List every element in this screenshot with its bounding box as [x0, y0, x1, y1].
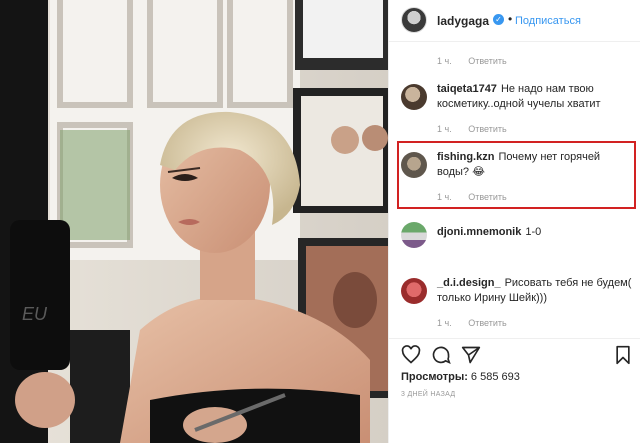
commenter-username[interactable]: djoni.mnemonik	[437, 226, 521, 238]
reply-button[interactable]: Ответить	[468, 56, 506, 66]
comment-text: taiqeta1747 Не надо нам твою косметику..о…	[437, 82, 633, 112]
author-username[interactable]: ladygaga	[437, 14, 489, 28]
comment-time: 1 ч.	[437, 56, 452, 66]
comment-time: 1 ч.	[437, 192, 452, 202]
reply-button[interactable]: Ответить	[468, 124, 506, 134]
video-frame: EU	[0, 0, 388, 443]
comment-text: _d.i.design_ Рисовать тебя не будем( толь…	[437, 276, 633, 306]
commenter-avatar[interactable]	[401, 84, 427, 110]
comment-text: djoni.mnemonik 1-0	[437, 225, 633, 240]
views-count: Просмотры: 6 585 693	[401, 371, 520, 383]
post-video[interactable]: EU	[0, 0, 388, 443]
post-timestamp[interactable]: 3 ДНЕЙ НАЗАД	[401, 391, 455, 398]
header-separator: •	[508, 12, 513, 26]
views-label: Просмотры:	[401, 371, 468, 383]
follow-button[interactable]: Подписаться	[515, 15, 581, 27]
comment-time: 1 ч.	[437, 318, 452, 328]
views-number: 6 585 693	[470, 371, 520, 383]
reply-button[interactable]: Ответить	[468, 192, 506, 202]
post-side-panel: ladygaga ✓ • Подписаться 1 ч. Ответить t…	[388, 0, 640, 443]
comments-list[interactable]: 1 ч. Ответить taiqeta1747 Не надо нам тво…	[389, 42, 640, 332]
commenter-username[interactable]: _d.i.design_	[437, 277, 501, 289]
commenter-avatar[interactable]	[401, 222, 427, 248]
share-plane-icon[interactable]	[461, 345, 481, 365]
reply-button[interactable]: Ответить	[468, 318, 506, 328]
commenter-avatar[interactable]	[401, 278, 427, 304]
commenter-avatar[interactable]	[401, 152, 427, 178]
comment-time: 1 ч.	[437, 124, 452, 134]
comment-meta: 1 ч. Ответить	[437, 192, 507, 202]
heart-icon[interactable]	[401, 345, 421, 365]
author-avatar[interactable]	[401, 7, 427, 33]
svg-text:EU: EU	[22, 304, 48, 324]
comment-text: fishing.kzn Почему нет горячей воды? 😂	[437, 150, 633, 180]
verified-check-icon: ✓	[493, 14, 504, 25]
post-header: ladygaga ✓ • Подписаться	[389, 0, 640, 42]
commenter-username[interactable]: taiqeta1747	[437, 83, 497, 95]
comment-bubble-icon[interactable]	[431, 345, 451, 365]
comment-body: 1-0	[525, 226, 542, 238]
commenter-username[interactable]: fishing.kzn	[437, 151, 494, 163]
comment-meta: 1 ч. Ответить	[437, 318, 507, 328]
bookmark-icon[interactable]	[613, 345, 633, 365]
comment-meta: 1 ч. Ответить	[437, 56, 507, 66]
comment-meta: 1 ч. Ответить	[437, 124, 507, 134]
post-actions: Просмотры: 6 585 693 3 ДНЕЙ НАЗАД	[389, 338, 640, 443]
